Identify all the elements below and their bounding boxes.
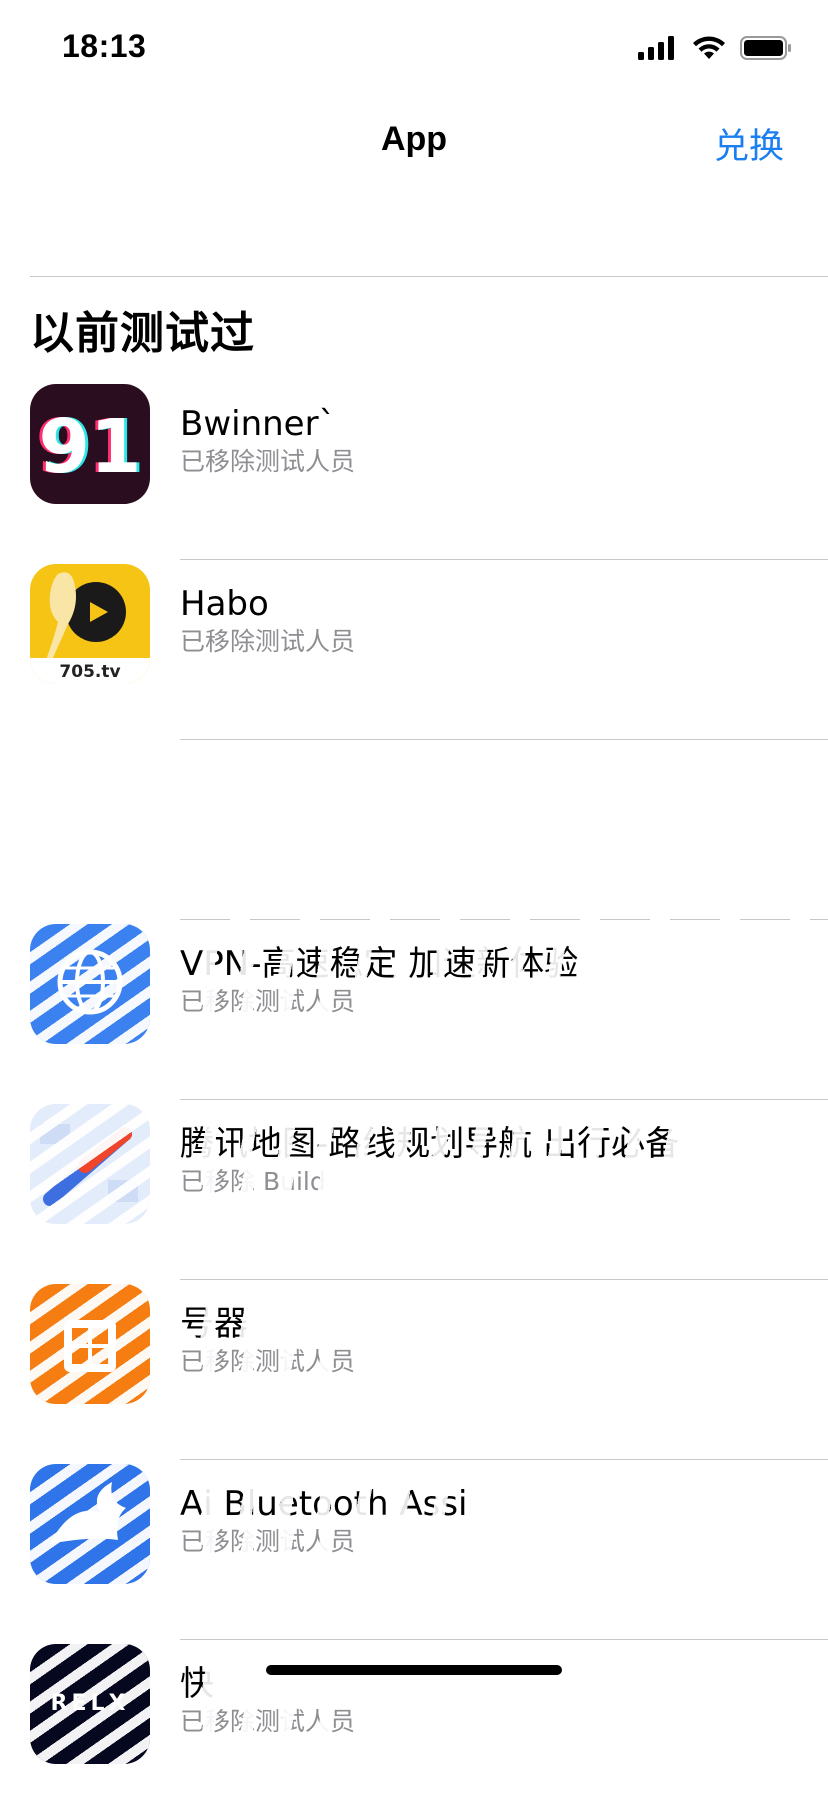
list-item[interactable] xyxy=(0,740,828,920)
globe-icon xyxy=(30,924,150,1044)
calculator-icon xyxy=(30,1284,150,1404)
wifi-icon xyxy=(693,36,725,59)
list-item[interactable]: 705.tv Habo 已移除测试人员 xyxy=(0,560,828,740)
app-status: 已移除测试人员 xyxy=(180,627,356,656)
svg-text:91: 91 xyxy=(39,404,142,490)
app-name: Bwinner` xyxy=(180,404,336,444)
home-indicator[interactable] xyxy=(266,1665,562,1675)
app-name: VPN-高速稳定 加速新体验 xyxy=(180,944,579,984)
map-icon xyxy=(30,1104,150,1224)
app-status: 已移除测试人员 xyxy=(180,986,356,1018)
battery-icon xyxy=(740,36,791,60)
svg-text:RELX: RELX xyxy=(51,1691,130,1716)
app-status: 已移除 Build xyxy=(180,1166,326,1198)
cellular-signal-icon xyxy=(638,36,674,60)
app-list: 91 91 91 Bwinner` 已移除测试人员 705.tv Habo 已移… xyxy=(0,380,828,1820)
app-name: 号器 xyxy=(180,1304,248,1344)
navigation-bar: App 兑换 xyxy=(0,92,828,188)
status-time: 18:13 xyxy=(62,28,147,64)
list-item[interactable]: Ai Bluetooth Assi 已移除测试人员 xyxy=(0,1460,828,1640)
app-blank-icon xyxy=(30,744,150,864)
status-bar: 18:13 xyxy=(0,0,828,92)
bluetooth-app-icon xyxy=(30,1464,150,1584)
list-item[interactable]: 腾讯地图-路线规划导航 出行必备 已移除 Build xyxy=(0,1100,828,1280)
app-name: Ai Bluetooth Assi xyxy=(180,1484,468,1524)
relx-app-icon: RELX xyxy=(30,1644,150,1764)
app-habo-icon: 705.tv xyxy=(30,564,150,684)
svg-text:705.tv: 705.tv xyxy=(59,662,120,682)
app-status: 已移除测试人员 xyxy=(180,447,356,476)
header-divider xyxy=(30,276,828,277)
status-icons xyxy=(638,36,792,60)
app-name: Habo xyxy=(180,584,269,624)
section-title: 以前测试过 xyxy=(30,308,255,359)
app-status: 已移除测试人员 xyxy=(180,1526,356,1558)
list-item[interactable]: 号器 已移除测试人员 xyxy=(0,1280,828,1460)
redeem-button[interactable]: 兑换 xyxy=(714,118,784,169)
list-item[interactable]: 91 91 91 Bwinner` 已移除测试人员 xyxy=(0,380,828,560)
app-91-icon: 91 91 91 xyxy=(30,384,150,504)
app-name: 腾讯地图-路线规划导航 出行必备 xyxy=(180,1124,680,1164)
list-item[interactable]: VPN-高速稳定 加速新体验 已移除测试人员 xyxy=(0,920,828,1100)
page-title: App xyxy=(380,120,448,158)
app-status: 已移除测试人员 xyxy=(180,1346,356,1378)
app-status: 已移除测试人员 xyxy=(180,1706,356,1738)
